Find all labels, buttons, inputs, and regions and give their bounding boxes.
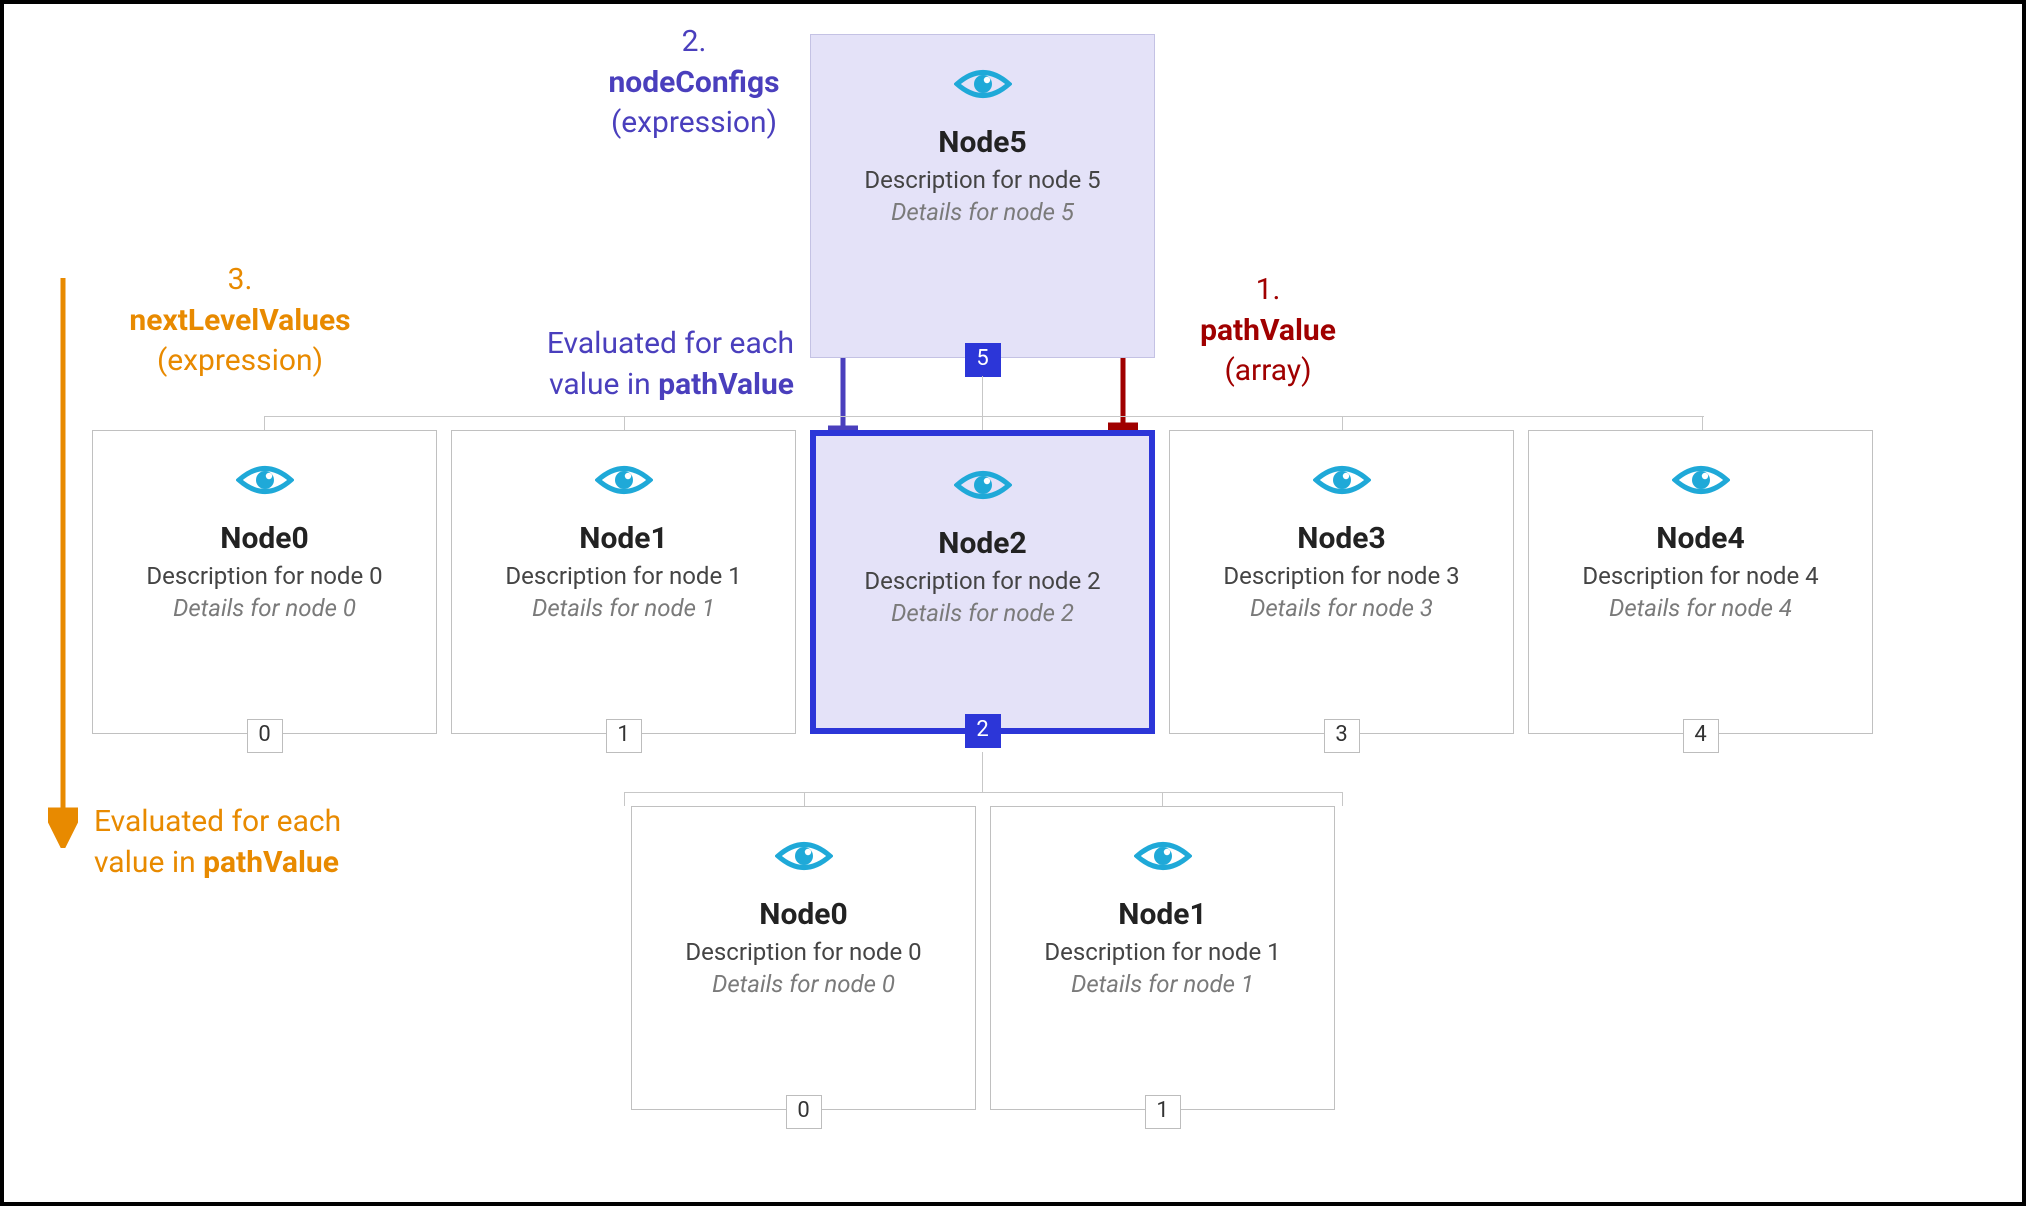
node-desc: Description for node 0: [632, 938, 975, 966]
node-title: Node1: [452, 521, 795, 556]
note-line2b: pathValue: [658, 367, 794, 402]
node-card-level0: Node5 Description for node 5 Details for…: [810, 34, 1155, 358]
node-desc: Description for node 5: [811, 166, 1154, 194]
annotation-pathvalue-key: pathValue: [1200, 313, 1336, 348]
annotation-nextlevel-key: nextLevelValues: [129, 303, 350, 338]
annotation-nextlevel-num: 3.: [228, 262, 253, 297]
node-card-level1-2-current: Node2 Description for node 2 Details for…: [810, 430, 1155, 734]
node-title: Node0: [632, 897, 975, 932]
node-card-level1-4: Node4 Description for node 4 Details for…: [1528, 430, 1873, 734]
annotation-nodeconfigs-note: Evaluated for each value in pathValue: [458, 324, 794, 405]
annotation-nodeconfigs-num: 2.: [682, 24, 707, 59]
node-desc: Description for node 1: [452, 562, 795, 590]
node-card-level2-1: Node1 Description for node 1 Details for…: [990, 806, 1335, 1110]
annotation-nodeconfigs-key: nodeConfigs: [608, 65, 779, 100]
eye-icon: [954, 65, 1012, 107]
node-index-badge: 2: [965, 714, 1001, 748]
node-title: Node0: [93, 521, 436, 556]
arrow-nextlevel: [48, 278, 78, 848]
node-desc: Description for node 4: [1529, 562, 1872, 590]
node-title: Node2: [816, 526, 1149, 561]
note-line2a: value in: [549, 367, 658, 402]
annotation-nodeconfigs-paren: (expression): [611, 105, 777, 140]
node-index-badge: 0: [786, 1095, 822, 1129]
node-index-badge: 5: [965, 343, 1001, 377]
node-details: Details for node 3: [1170, 594, 1513, 622]
node-title: Node4: [1529, 521, 1872, 556]
node-index-badge: 3: [1324, 719, 1360, 753]
note-line2a: value in: [94, 845, 203, 880]
annotation-pathvalue-num: 1.: [1256, 272, 1281, 307]
node-title: Node5: [811, 125, 1154, 160]
annotation-nextlevel-note: Evaluated for each value in pathValue: [94, 802, 414, 883]
node-details: Details for node 1: [991, 970, 1334, 998]
node-title: Node1: [991, 897, 1334, 932]
eye-icon: [1672, 461, 1730, 503]
eye-icon: [1134, 837, 1192, 879]
node-index-badge: 4: [1683, 719, 1719, 753]
eye-icon: [1313, 461, 1371, 503]
eye-icon: [236, 461, 294, 503]
eye-icon: [954, 466, 1012, 508]
annotation-nodeconfigs: 2. nodeConfigs (expression): [564, 22, 824, 144]
node-card-level1-3: Node3 Description for node 3 Details for…: [1169, 430, 1514, 734]
eye-icon: [775, 837, 833, 879]
node-details: Details for node 2: [816, 599, 1149, 627]
note-line: Evaluated for each: [458, 324, 794, 365]
annotation-pathvalue-paren: (array): [1224, 353, 1311, 388]
node-index-badge: 1: [1145, 1095, 1181, 1129]
node-details: Details for node 1: [452, 594, 795, 622]
annotation-nextlevel-paren: (expression): [157, 343, 323, 378]
node-details: Details for node 0: [632, 970, 975, 998]
node-card-level1-0: Node0 Description for node 0 Details for…: [92, 430, 437, 734]
node-index-badge: 0: [247, 719, 283, 753]
node-details: Details for node 5: [811, 198, 1154, 226]
node-details: Details for node 4: [1529, 594, 1872, 622]
annotation-pathvalue: 1. pathValue (array): [1168, 270, 1368, 392]
note-line: Evaluated for each: [94, 802, 414, 843]
note-line2b: pathValue: [203, 845, 339, 880]
eye-icon: [595, 461, 653, 503]
node-details: Details for node 0: [93, 594, 436, 622]
annotation-nextlevel: 3. nextLevelValues (expression): [80, 260, 400, 382]
diagram-frame: 2. nodeConfigs (expression) Evaluated fo…: [0, 0, 2026, 1206]
node-index-badge: 1: [606, 719, 642, 753]
node-title: Node3: [1170, 521, 1513, 556]
node-card-level1-1: Node1 Description for node 1 Details for…: [451, 430, 796, 734]
node-card-level2-0: Node0 Description for node 0 Details for…: [631, 806, 976, 1110]
node-desc: Description for node 0: [93, 562, 436, 590]
node-desc: Description for node 1: [991, 938, 1334, 966]
node-desc: Description for node 3: [1170, 562, 1513, 590]
node-desc: Description for node 2: [816, 567, 1149, 595]
